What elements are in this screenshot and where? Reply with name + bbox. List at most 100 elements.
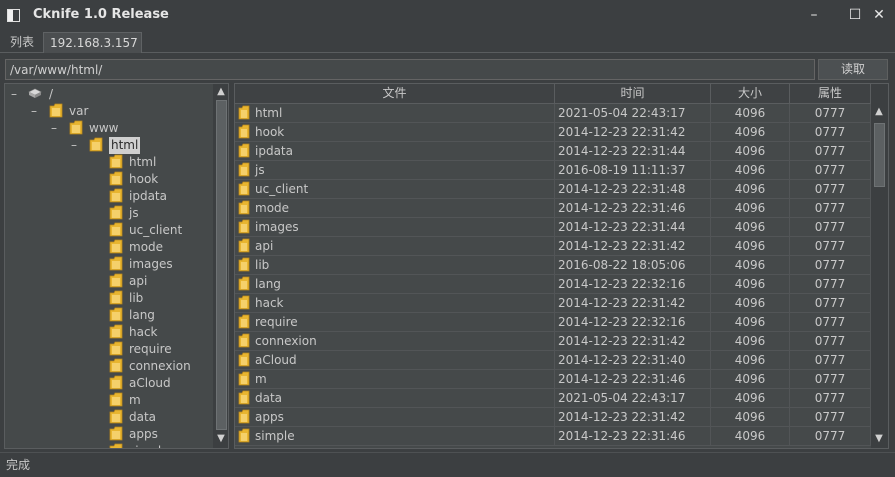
column-header-time[interactable]: 时间 <box>555 84 711 104</box>
tree-node-child[interactable]: simple <box>109 443 169 448</box>
scroll-up-icon[interactable]: ▲ <box>871 104 887 120</box>
folder-icon <box>238 314 250 329</box>
cell-size: 4096 <box>711 408 790 427</box>
table-row[interactable]: uc_client 2014-12-23 22:31:48 4096 0777 <box>235 180 871 199</box>
tree-node-child[interactable]: uc_client <box>109 222 182 239</box>
tree-node-label: / <box>49 87 54 101</box>
minimize-button[interactable]: – <box>804 5 824 25</box>
tree-node-child[interactable]: apps <box>109 426 158 443</box>
table-row[interactable]: hack 2014-12-23 22:31:42 4096 0777 <box>235 294 871 313</box>
table-scrollbar[interactable]: ▲ ▼ <box>871 84 888 448</box>
folder-icon <box>109 358 123 373</box>
table-row[interactable]: data 2021-05-04 22:43:17 4096 0777 <box>235 389 871 408</box>
file-name: mode <box>255 201 290 215</box>
tree-node-child[interactable]: require <box>109 341 172 358</box>
tree-node-child[interactable]: m <box>109 392 141 409</box>
cell-size: 4096 <box>711 332 790 351</box>
folder-icon <box>109 409 123 424</box>
cell-time: 2014-12-23 22:31:44 <box>555 218 711 237</box>
table-row[interactable]: lang 2014-12-23 22:32:16 4096 0777 <box>235 275 871 294</box>
tree-node-label: var <box>69 104 89 118</box>
tree-scrollbar[interactable]: ▲ ▼ <box>213 84 228 448</box>
path-input[interactable] <box>5 59 815 80</box>
column-header-size[interactable]: 大小 <box>711 84 790 104</box>
file-name: images <box>255 220 299 234</box>
table-row[interactable]: api 2014-12-23 22:31:42 4096 0777 <box>235 237 871 256</box>
tree-node-child[interactable]: mode <box>109 239 163 256</box>
cell-attr: 0777 <box>790 199 871 218</box>
table-row[interactable]: require 2014-12-23 22:32:16 4096 0777 <box>235 313 871 332</box>
table-row[interactable]: html 2021-05-04 22:43:17 4096 0777 <box>235 104 871 123</box>
cell-name: hack <box>235 294 555 313</box>
folder-icon <box>109 239 123 254</box>
folder-icon <box>238 105 250 120</box>
close-button[interactable]: ✕ <box>869 5 889 25</box>
tree-node-child[interactable]: hook <box>109 171 158 188</box>
tree-node-www[interactable]: – www <box>51 120 118 137</box>
cell-attr: 0777 <box>790 161 871 180</box>
table-scroll-thumb[interactable] <box>874 123 885 187</box>
cell-attr: 0777 <box>790 180 871 199</box>
tree-node-html[interactable]: – html <box>71 137 141 154</box>
tree-scroll-thumb[interactable] <box>216 100 227 430</box>
cell-attr: 0777 <box>790 237 871 256</box>
scroll-down-icon[interactable]: ▼ <box>213 431 228 447</box>
folder-icon <box>109 154 123 169</box>
collapse-toggle-icon[interactable]: – <box>31 103 41 120</box>
column-header-attr[interactable]: 属性 <box>790 84 871 104</box>
tree-node-label: m <box>129 393 141 407</box>
tree-node-label: aCloud <box>129 376 171 390</box>
folder-icon <box>109 375 123 390</box>
tree-node-root[interactable]: – / <box>11 86 54 103</box>
collapse-toggle-icon[interactable]: – <box>51 120 61 137</box>
table-row[interactable]: m 2014-12-23 22:31:46 4096 0777 <box>235 370 871 389</box>
drive-icon <box>27 86 43 101</box>
scroll-up-icon[interactable]: ▲ <box>213 84 228 100</box>
table-row[interactable]: aCloud 2014-12-23 22:31:40 4096 0777 <box>235 351 871 370</box>
tree-node-child[interactable]: ipdata <box>109 188 167 205</box>
folder-icon <box>109 443 123 448</box>
table-row[interactable]: apps 2014-12-23 22:31:42 4096 0777 <box>235 408 871 427</box>
table-row[interactable]: mode 2014-12-23 22:31:46 4096 0777 <box>235 199 871 218</box>
tree-node-child[interactable]: lang <box>109 307 155 324</box>
read-button[interactable]: 读取 <box>818 59 888 80</box>
cell-size: 4096 <box>711 370 790 389</box>
tree-node-label: html <box>109 137 141 154</box>
tree-node-child[interactable]: connexion <box>109 358 191 375</box>
cell-time: 2021-05-04 22:43:17 <box>555 104 711 123</box>
table-row[interactable]: js 2016-08-19 11:11:37 4096 0777 <box>235 161 871 180</box>
tree-node-child[interactable]: aCloud <box>109 375 171 392</box>
folder-icon <box>109 205 123 220</box>
tree-node-label: hack <box>129 325 158 339</box>
collapse-toggle-icon[interactable]: – <box>71 137 81 154</box>
tree-node-child[interactable]: js <box>109 205 139 222</box>
tree-node-child[interactable]: api <box>109 273 147 290</box>
tree-node-var[interactable]: – var <box>31 103 89 120</box>
folder-icon <box>238 162 250 177</box>
table-row[interactable]: lib 2016-08-22 18:05:06 4096 0777 <box>235 256 871 275</box>
table-row[interactable]: simple 2014-12-23 22:31:46 4096 0777 <box>235 427 871 446</box>
scroll-down-icon[interactable]: ▼ <box>871 431 887 447</box>
tab-host[interactable]: 192.168.3.157 <box>43 32 142 53</box>
tab-bar: 列表 192.168.3.157 <box>0 30 895 53</box>
tree-node-child[interactable]: images <box>109 256 173 273</box>
tree-node-child[interactable]: data <box>109 409 156 426</box>
column-header-name[interactable]: 文件 <box>235 84 555 104</box>
table-row[interactable]: hook 2014-12-23 22:31:42 4096 0777 <box>235 123 871 142</box>
folder-icon <box>109 341 123 356</box>
table-row[interactable]: connexion 2014-12-23 22:31:42 4096 0777 <box>235 332 871 351</box>
file-name: js <box>255 163 265 177</box>
folder-icon <box>109 188 123 203</box>
collapse-toggle-icon[interactable]: – <box>11 86 21 103</box>
table-row[interactable]: images 2014-12-23 22:31:44 4096 0777 <box>235 218 871 237</box>
tab-list[interactable]: 列表 <box>4 32 40 53</box>
maximize-button[interactable]: ☐ <box>845 5 865 25</box>
status-bar: 完成 <box>0 452 895 477</box>
tree-node-child[interactable]: html <box>109 154 156 171</box>
cell-time: 2014-12-23 22:31:48 <box>555 180 711 199</box>
table-row[interactable]: ipdata 2014-12-23 22:31:44 4096 0777 <box>235 142 871 161</box>
tree-node-child[interactable]: hack <box>109 324 158 341</box>
folder-icon <box>49 103 63 118</box>
tree-node-child[interactable]: lib <box>109 290 143 307</box>
tree-node-label: lang <box>129 308 155 322</box>
